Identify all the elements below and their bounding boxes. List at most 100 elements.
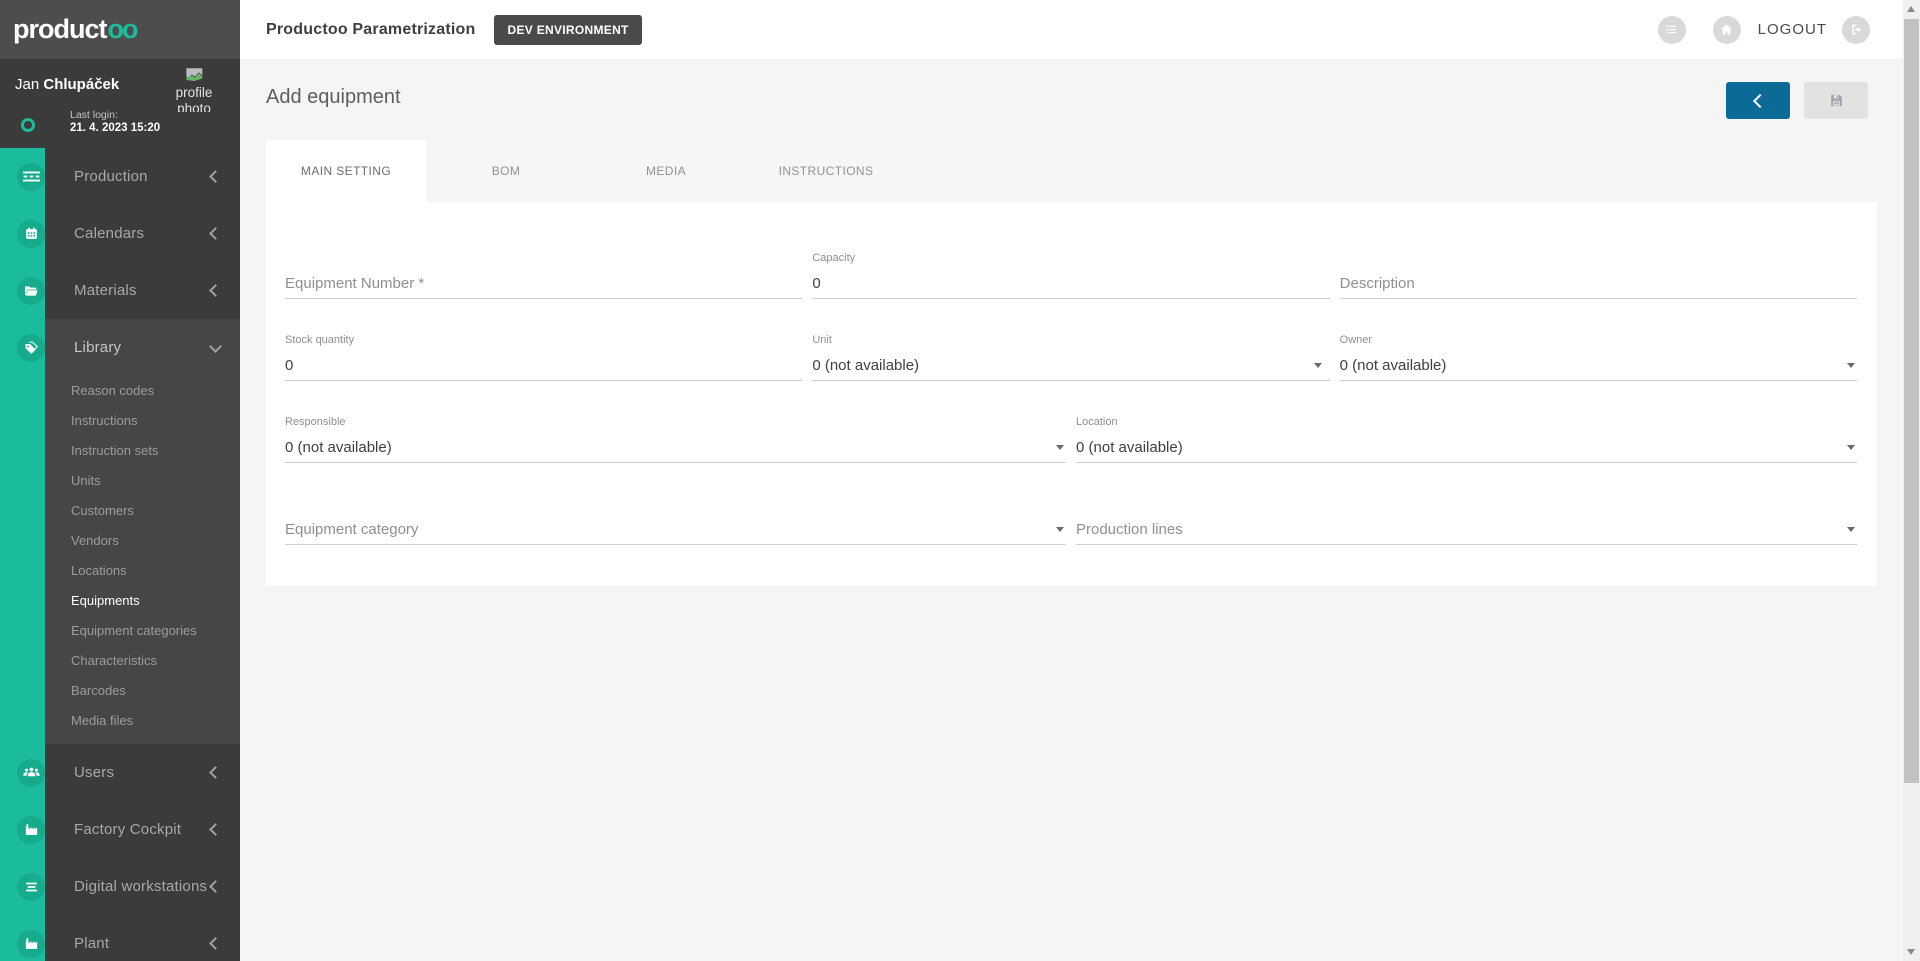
field-label-spacer	[285, 252, 802, 268]
tab-instructions[interactable]: INSTRUCTIONS	[746, 140, 906, 202]
sidebar-item-digital-workstations[interactable]: Digital workstations	[0, 858, 240, 915]
capacity-input[interactable]	[812, 275, 1329, 292]
logout-label[interactable]: LOGOUT	[1758, 21, 1827, 38]
logout-exit-icon	[1849, 22, 1864, 37]
responsible-value[interactable]	[285, 439, 1066, 456]
last-login-value: 21. 4. 2023 15:20	[70, 122, 160, 134]
chevron-left-icon	[209, 227, 222, 240]
back-button[interactable]	[1726, 82, 1790, 119]
tab-media[interactable]: MEDIA	[586, 140, 746, 202]
chevron-left-icon	[209, 880, 222, 893]
vertical-scrollbar	[1903, 0, 1920, 961]
sidebar-item-label: Plant	[74, 935, 109, 952]
tab-main-setting[interactable]: MAIN SETTING	[266, 140, 426, 202]
sidebar: productoo Jan Chlupáček profile photo La…	[0, 0, 240, 961]
equipment-form-card: MAIN SETTING BOM MEDIA INSTRUCTIONS	[266, 140, 1877, 586]
main-setting-form: Capacity	[266, 202, 1877, 586]
sidebar-item-users[interactable]: Users	[0, 744, 240, 801]
profile-photo-broken-image[interactable]: profile photo	[165, 67, 223, 112]
tab-bom[interactable]: BOM	[426, 140, 586, 202]
sidebar-item-label: Users	[74, 764, 114, 781]
owner-label: Owner	[1340, 334, 1857, 350]
production-lines-input[interactable]	[1076, 521, 1857, 538]
sidebar-item-label: Calendars	[74, 225, 144, 242]
content-area: Add equipment MAIN SETTING BOM MEDIA INS…	[240, 59, 1903, 961]
equipment-number-input[interactable]	[285, 275, 802, 292]
field-label-spacer	[1076, 498, 1857, 514]
page-actions	[1726, 82, 1868, 119]
description-line	[1340, 268, 1857, 299]
sidebar-item-label: Production	[74, 168, 148, 185]
field-responsible: Responsible	[285, 416, 1066, 463]
stock-quantity-line	[285, 350, 802, 381]
field-owner: Owner	[1340, 334, 1857, 381]
field-label-spacer	[1340, 252, 1857, 268]
description-input[interactable]	[1340, 275, 1857, 292]
save-floppy-icon	[1828, 92, 1845, 109]
logo-text-white: product	[13, 14, 107, 45]
field-production-lines	[1076, 498, 1857, 545]
page-title: Add equipment	[266, 86, 401, 109]
calendar-icon	[17, 220, 45, 248]
main-area: Productoo Parametrization DEV ENVIRONMEN…	[240, 0, 1903, 961]
sidebar-item-calendars[interactable]: Calendars	[0, 205, 240, 262]
sidebar-item-materials[interactable]: Materials	[0, 262, 240, 319]
field-capacity: Capacity	[812, 252, 1329, 299]
sidebar-item-plant[interactable]: Plant	[0, 915, 240, 961]
tags-icon	[17, 334, 45, 362]
workstations-icon	[17, 873, 45, 901]
header-actions: LOGOUT	[1658, 0, 1870, 59]
broken-image-icon	[185, 67, 203, 82]
menu-list-button[interactable]	[1658, 16, 1686, 44]
location-value[interactable]	[1076, 439, 1857, 456]
logo-text-teal: oo	[108, 14, 137, 45]
form-row-3: Responsible Location	[285, 416, 1857, 463]
field-location: Location	[1076, 416, 1857, 463]
chevron-left-icon	[209, 284, 222, 297]
unit-value[interactable]	[812, 357, 1329, 374]
scroll-up-arrow-icon[interactable]	[1907, 6, 1915, 12]
field-equipment-number	[285, 252, 802, 299]
save-button[interactable]	[1804, 82, 1868, 119]
home-button[interactable]	[1713, 16, 1741, 44]
home-icon	[1719, 22, 1734, 37]
responsible-select[interactable]	[285, 432, 1066, 463]
logout-button[interactable]	[1842, 16, 1870, 44]
owner-value[interactable]	[1340, 357, 1857, 374]
chevron-left-icon	[209, 170, 222, 183]
status-ring-icon	[21, 118, 35, 132]
user-panel: Jan Chlupáček profile photo Last login: …	[0, 59, 240, 148]
last-login-label: Last login:	[70, 109, 160, 121]
chevron-down-icon	[209, 340, 222, 353]
app-root: productoo Jan Chlupáček profile photo La…	[0, 0, 1920, 961]
owner-select[interactable]	[1340, 350, 1857, 381]
field-label-spacer	[285, 498, 1066, 514]
sidebar-item-library[interactable]: Library	[0, 319, 240, 376]
sidebar-item-production[interactable]: Production	[0, 148, 240, 205]
top-header: Productoo Parametrization DEV ENVIRONMEN…	[240, 0, 1903, 59]
capacity-line	[812, 268, 1329, 299]
dropdown-caret-icon	[1314, 363, 1322, 368]
field-equipment-category	[285, 498, 1066, 545]
field-description	[1340, 252, 1857, 299]
chevron-left-icon	[209, 937, 222, 950]
env-badge: DEV ENVIRONMENT	[494, 15, 641, 45]
equipment-category-select[interactable]	[285, 514, 1066, 545]
sidebar-item-label: Materials	[74, 282, 137, 299]
factory-icon	[17, 816, 45, 844]
form-row-4	[285, 498, 1857, 545]
folder-open-icon	[17, 277, 45, 305]
sidebar-item-label: Digital workstations	[74, 878, 207, 895]
stock-quantity-input[interactable]	[285, 357, 802, 374]
form-row-1: Capacity	[285, 252, 1857, 299]
scrollbar-thumb[interactable]	[1904, 19, 1919, 783]
scroll-down-arrow-icon[interactable]	[1907, 949, 1915, 955]
sidebar-item-factory-cockpit[interactable]: Factory Cockpit	[0, 801, 240, 858]
production-lines-select[interactable]	[1076, 514, 1857, 545]
dropdown-caret-icon	[1847, 445, 1855, 450]
location-select[interactable]	[1076, 432, 1857, 463]
equipment-category-input[interactable]	[285, 521, 1066, 538]
field-stock-quantity: Stock quantity	[285, 334, 802, 381]
productoo-logo[interactable]: productoo	[0, 0, 240, 59]
unit-select[interactable]	[812, 350, 1329, 381]
